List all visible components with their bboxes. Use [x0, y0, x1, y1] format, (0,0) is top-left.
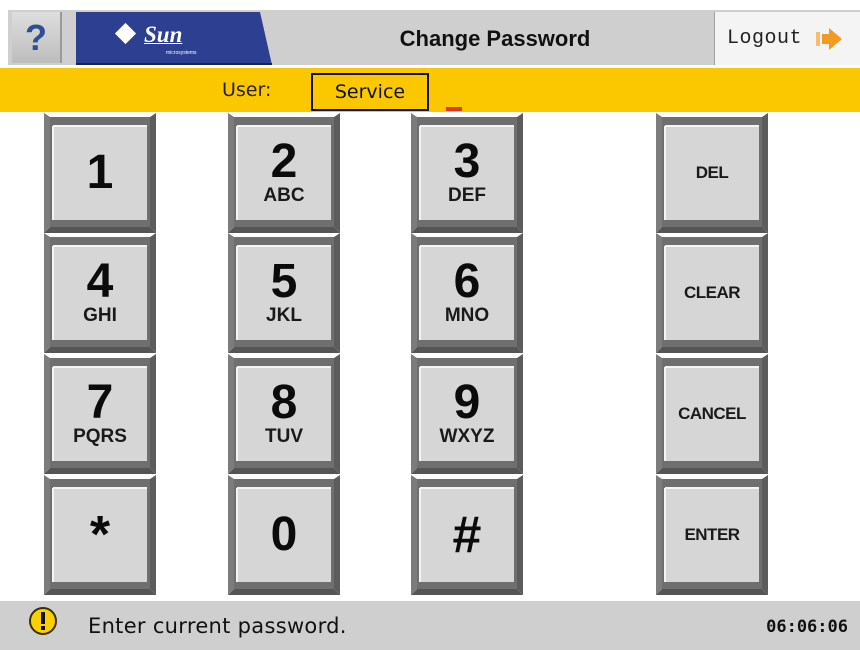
del-button[interactable]: DEL	[656, 113, 768, 233]
key-letters: JKL	[266, 305, 302, 326]
key-digit: *	[89, 506, 111, 564]
key-3[interactable]: 3 DEF	[411, 113, 523, 233]
key-digit: 8	[270, 376, 298, 429]
key-letters: WXYZ	[439, 426, 495, 447]
key-letters: PQRS	[73, 426, 127, 447]
enter-button[interactable]: ENTER	[656, 475, 768, 595]
key-2[interactable]: 2 ABC	[228, 113, 340, 233]
status-message: Enter current password.	[88, 614, 347, 638]
key-digit: 9	[453, 376, 481, 429]
header-bar: ? Sun microsystems Change Password Logou…	[0, 0, 860, 68]
cancel-label: CANCEL	[678, 404, 746, 423]
key-letters: DEF	[448, 185, 486, 206]
clear-label: CLEAR	[683, 283, 741, 302]
page-title: Change Password	[399, 25, 591, 51]
key-9[interactable]: 9 WXYZ	[411, 354, 523, 474]
key-digit: 3	[453, 135, 481, 188]
sun-logo: Sun microsystems	[76, 12, 272, 65]
key-8[interactable]: 8 TUV	[228, 354, 340, 474]
key-digit: 5	[270, 255, 298, 308]
key-letters: ABC	[263, 185, 305, 206]
key-7[interactable]: 7 PQRS	[44, 354, 156, 474]
logout-button[interactable]: Logout	[714, 12, 860, 65]
user-bar: User: Service	[0, 68, 860, 112]
status-bar: Enter current password. 06:06:06	[0, 601, 860, 650]
user-label: User:	[222, 79, 272, 101]
logout-label: Logout	[727, 27, 803, 50]
warning-icon	[28, 606, 58, 636]
del-label: DEL	[695, 163, 729, 182]
key-6[interactable]: 6 MNO	[411, 233, 523, 353]
key-letters: TUV	[265, 426, 303, 447]
key-digit: 1	[86, 146, 114, 199]
key-digit: 7	[86, 376, 114, 429]
clear-button[interactable]: CLEAR	[656, 233, 768, 353]
key-letters: GHI	[83, 305, 117, 326]
key-digit: 4	[86, 255, 114, 308]
key-4[interactable]: 4 GHI	[44, 233, 156, 353]
logout-arrow-icon	[814, 26, 844, 52]
key-digit: 2	[270, 135, 298, 188]
logo-subtext: microsystems	[166, 50, 197, 56]
key-0[interactable]: 0	[228, 475, 340, 595]
enter-label: ENTER	[684, 525, 740, 544]
key-digit: 6	[453, 255, 481, 308]
key-5[interactable]: 5 JKL	[228, 233, 340, 353]
key-star[interactable]: *	[44, 475, 156, 595]
user-field: Service	[311, 73, 429, 111]
cancel-button[interactable]: CANCEL	[656, 354, 768, 474]
password-cursor	[446, 107, 462, 111]
key-digit: 0	[270, 508, 298, 561]
logo-text: Sun	[144, 22, 183, 47]
key-hash[interactable]: #	[411, 475, 523, 595]
key-letters: MNO	[444, 305, 490, 326]
key-1[interactable]: 1	[44, 113, 156, 233]
status-clock: 06:06:06	[766, 617, 848, 637]
help-icon: ?	[25, 16, 47, 58]
key-digit: #	[452, 506, 482, 564]
help-button[interactable]: ?	[12, 12, 62, 63]
